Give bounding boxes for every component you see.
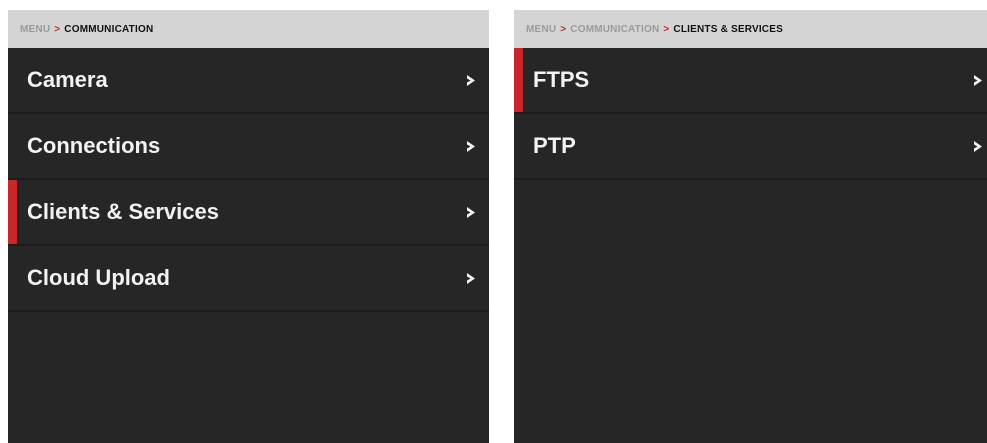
menu-item-label: PTP (533, 133, 576, 158)
breadcrumb-item-communication[interactable]: COMMUNICATION (570, 24, 659, 35)
menu-item-label: Camera (27, 67, 108, 92)
chevron-right-icon (464, 205, 478, 219)
breadcrumb-separator: > (54, 23, 61, 35)
menu-item-cloud-upload[interactable]: Cloud Upload (8, 246, 489, 312)
breadcrumb-separator: > (663, 23, 670, 35)
chevron-right-icon (464, 271, 478, 285)
chevron-right-icon (971, 139, 985, 153)
menu-item-connections[interactable]: Connections (8, 114, 489, 180)
breadcrumb-item-communication: COMMUNICATION (64, 23, 154, 35)
breadcrumb: MENU > COMMUNICATION > CLIENTS & SERVICE… (514, 10, 987, 48)
menu-item-ftps[interactable]: FTPS (514, 48, 987, 114)
menu-item-label: Clients & Services (27, 199, 219, 224)
chevron-right-icon (464, 73, 478, 87)
menu-item-clients-services[interactable]: Clients & Services (8, 180, 489, 246)
breadcrumb-item-menu[interactable]: MENU (526, 24, 556, 35)
breadcrumb-item-clients-services: CLIENTS & SERVICES (673, 23, 783, 35)
menu-item-ptp[interactable]: PTP (514, 114, 987, 180)
menu-screen-clients-services: MENU > COMMUNICATION > CLIENTS & SERVICE… (514, 10, 987, 443)
breadcrumb-separator: > (560, 23, 567, 35)
menu-screen-communication: MENU > COMMUNICATION Camera Connections … (8, 10, 489, 443)
menu-item-camera[interactable]: Camera (8, 48, 489, 114)
menu-list: FTPS PTP (514, 48, 987, 180)
menu-item-label: FTPS (533, 67, 590, 92)
menu-item-label: Connections (27, 133, 161, 158)
menu-item-label: Cloud Upload (27, 265, 170, 290)
chevron-right-icon (971, 73, 985, 87)
menu-list: Camera Connections Clients & Services Cl… (8, 48, 489, 312)
chevron-right-icon (464, 139, 478, 153)
breadcrumb: MENU > COMMUNICATION (8, 10, 489, 48)
breadcrumb-item-menu[interactable]: MENU (20, 24, 50, 35)
